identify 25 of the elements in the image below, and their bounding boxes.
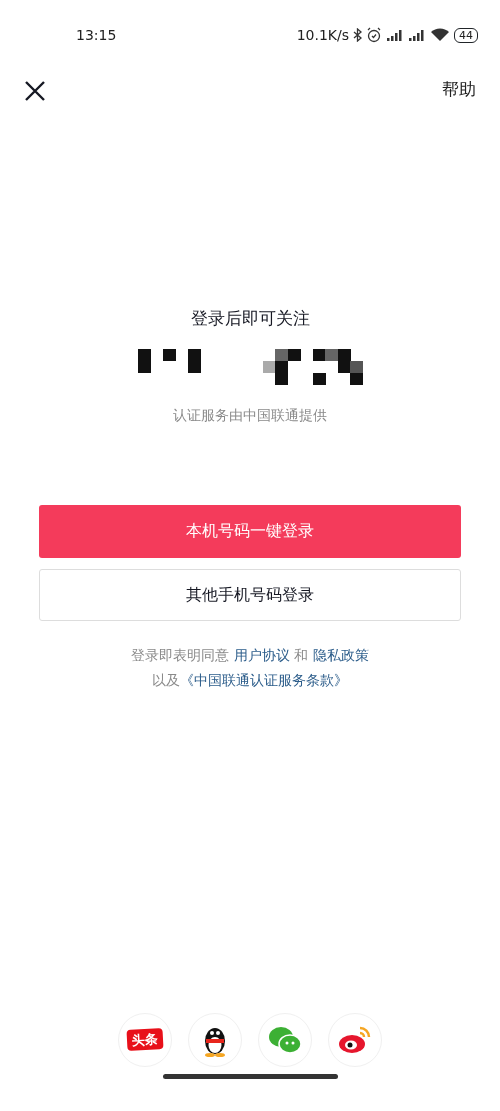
help-link[interactable]: 帮助 bbox=[442, 77, 476, 103]
agreement-text: 以及 bbox=[152, 671, 180, 688]
login-prompt: 登录后即可关注 bbox=[190, 307, 310, 330]
weibo-eye-icon bbox=[338, 1025, 372, 1055]
bluetooth-icon bbox=[353, 28, 362, 42]
agreement-link[interactable]: 《中国联通认证服务条款》 bbox=[180, 671, 348, 688]
wifi-icon bbox=[430, 28, 450, 42]
close-icon bbox=[24, 79, 46, 102]
battery-level: 44 bbox=[459, 28, 473, 42]
chat-bubbles-icon bbox=[268, 1025, 302, 1055]
close-button[interactable] bbox=[24, 78, 46, 102]
network-speed: 10.1K/s bbox=[296, 25, 349, 45]
one-tap-login-button[interactable]: 本机号码一键登录 bbox=[39, 504, 461, 558]
signal-icon bbox=[386, 29, 404, 41]
agreement-text: 和 bbox=[293, 646, 310, 663]
signal-icon bbox=[408, 29, 426, 41]
toutiao-login-button[interactable]: 头条 bbox=[118, 1013, 172, 1067]
status-time: 13:15 bbox=[76, 25, 117, 45]
provider-text: 认证服务由中国联通提供 bbox=[173, 405, 327, 425]
agreement-link[interactable]: 隐私政策 bbox=[312, 646, 369, 663]
agreement-text: 登录即表明同意 bbox=[131, 646, 231, 663]
agreement-link[interactable]: 用户协议 bbox=[233, 646, 290, 663]
alarm-icon bbox=[366, 27, 382, 43]
toutiao-logo: 头条 bbox=[126, 1027, 164, 1051]
other-phone-login-button[interactable]: 其他手机号码登录 bbox=[39, 568, 461, 621]
